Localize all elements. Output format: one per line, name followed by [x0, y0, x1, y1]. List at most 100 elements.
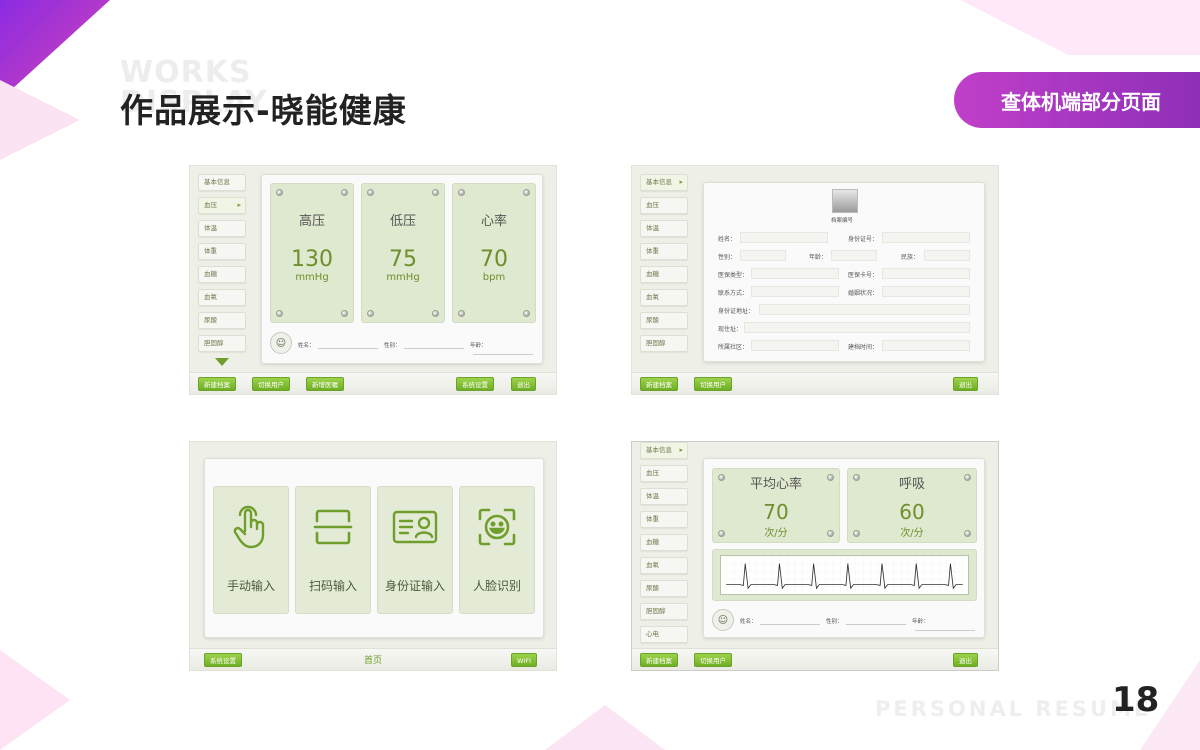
vital-unit: mmHg: [295, 272, 329, 283]
home-label: 首页: [363, 656, 382, 666]
screw-icon: [432, 310, 439, 317]
created-time-input[interactable]: [882, 340, 970, 351]
contact-label: 联系方式：: [718, 290, 749, 297]
screw-icon: [718, 530, 725, 537]
insurance-card-input[interactable]: [882, 268, 970, 279]
name-input[interactable]: [740, 232, 828, 243]
sidebar-item-blood-oxygen[interactable]: 血氧: [640, 557, 688, 574]
id-number-input[interactable]: [882, 232, 970, 243]
id-address-input[interactable]: [759, 304, 970, 315]
footer-watermark-text: PERSONAL RESUME: [875, 697, 1152, 721]
vital-card-respiration: 呼吸 60 次/分: [847, 468, 977, 543]
created-time-label: 建档时间：: [848, 344, 879, 351]
sidebar-item-basic-info[interactable]: 基本信息: [198, 174, 246, 191]
avatar: ☺: [270, 332, 292, 354]
vital-value: 70: [480, 247, 508, 272]
scan-input-card[interactable]: 扫码输入: [295, 486, 371, 614]
sidebar-item-blood-sugar[interactable]: 血糖: [198, 266, 246, 283]
corner-decoration-left: [0, 80, 80, 160]
sidebar-item-temperature[interactable]: 体温: [640, 488, 688, 505]
profile-form-panel: 档案编号 姓名： 身份证号： 性别： 年龄： 民族： 医保类型： 医保卡号： 联…: [703, 182, 985, 362]
screw-icon: [523, 310, 530, 317]
sidebar-item-blood-sugar[interactable]: 血糖: [640, 534, 688, 551]
sidebar-item-ecg[interactable]: 心电: [640, 626, 688, 643]
current-address-input[interactable]: [744, 322, 970, 333]
screw-icon: [827, 530, 834, 537]
exit-button[interactable]: 退出: [953, 377, 978, 391]
vital-unit: 次/分: [900, 528, 924, 539]
manual-input-card[interactable]: 手动输入: [213, 486, 289, 614]
gender-input[interactable]: [740, 250, 786, 261]
screen-input-methods: 手动输入 扫码输入 身份证输入 人脸识别 系统设置 首页 WIFI: [189, 441, 557, 671]
new-record-button[interactable]: 新建档案: [640, 653, 678, 667]
exit-button[interactable]: 退出: [511, 377, 536, 391]
screen-profile: 基本信息 血压 体温 体重 血糖 血氧 尿酸 胆固醇 档案编号 姓名： 身份证号…: [631, 165, 999, 395]
ethnicity-label: 民族：: [901, 254, 920, 261]
name-label: 姓名：: [718, 236, 737, 243]
sidebar-item-blood-pressure[interactable]: 血压: [640, 465, 688, 482]
system-settings-button[interactable]: 系统设置: [456, 377, 494, 391]
sidebar-item-cholesterol[interactable]: 胆固醇: [640, 603, 688, 620]
ethnicity-input[interactable]: [924, 250, 970, 261]
sidebar-item-blood-pressure[interactable]: 血压: [640, 197, 688, 214]
sidebar-item-uric-acid[interactable]: 尿酸: [198, 312, 246, 329]
age-input[interactable]: [831, 250, 877, 261]
exit-button[interactable]: 退出: [953, 653, 978, 667]
community-input[interactable]: [751, 340, 839, 351]
ecg-panel: 平均心率 70 次/分 呼吸 60 次/分 ☺ 姓名： 性别： 年龄：: [703, 458, 985, 638]
bottom-toolbar: 系统设置 首页 WIFI: [190, 648, 556, 670]
id-card-input-card[interactable]: 身份证输入: [377, 486, 453, 614]
sidebar-item-uric-acid[interactable]: 尿酸: [640, 580, 688, 597]
scroll-down-icon[interactable]: [215, 358, 229, 366]
sidebar-item-blood-pressure[interactable]: 血压: [198, 197, 246, 214]
wifi-button[interactable]: WIFI: [511, 653, 537, 667]
corner-decoration-bottom-left: [0, 650, 70, 750]
contact-input[interactable]: [751, 286, 839, 297]
sidebar-item-blood-oxygen[interactable]: 血氧: [198, 289, 246, 306]
screw-icon: [853, 530, 860, 537]
avatar: ☺: [712, 609, 734, 631]
screw-icon: [853, 474, 860, 481]
screen-vitals: 基本信息 血压 体温 体重 血糖 血氧 尿酸 胆固醇 高压 130 mmHg 低…: [189, 165, 557, 395]
switch-user-button[interactable]: 切换用户: [694, 377, 732, 391]
sidebar-item-basic-info[interactable]: 基本信息: [640, 174, 688, 191]
new-order-button[interactable]: 新增医嘱: [306, 377, 344, 391]
sidebar-item-cholesterol[interactable]: 胆固醇: [198, 335, 246, 352]
vital-value: 75: [389, 247, 417, 272]
sidebar-item-cholesterol[interactable]: 胆固醇: [640, 335, 688, 352]
sidebar-item-weight[interactable]: 体重: [640, 243, 688, 260]
screw-icon: [718, 474, 725, 481]
screw-icon: [458, 189, 465, 196]
sidebar-item-temperature[interactable]: 体温: [640, 220, 688, 237]
vitals-panel: 高压 130 mmHg 低压 75 mmHg 心率 70 bpm ☺ 姓名： 性…: [261, 174, 543, 364]
vital-label: 平均心率: [749, 477, 802, 492]
screw-icon: [523, 189, 530, 196]
section-tag: 查体机端部分页面: [954, 72, 1200, 128]
switch-user-button[interactable]: 切换用户: [694, 653, 732, 667]
sidebar-item-blood-sugar[interactable]: 血糖: [640, 266, 688, 283]
sidebar-item-temperature[interactable]: 体温: [198, 220, 246, 237]
bottom-toolbar: 新建档案 切换用户 退出: [632, 372, 998, 394]
ecg-chart-container: [712, 549, 977, 601]
patient-gender-field: 性别：: [826, 617, 906, 625]
sidebar-item-weight[interactable]: 体重: [640, 511, 688, 528]
vital-label: 高压: [298, 214, 325, 229]
switch-user-button[interactable]: 切换用户: [252, 377, 290, 391]
vital-card-avg-heart-rate: 平均心率 70 次/分: [712, 468, 840, 543]
face-recognition-card[interactable]: 人脸识别: [459, 486, 535, 614]
sidebar-item-blood-oxygen[interactable]: 血氧: [640, 289, 688, 306]
bottom-toolbar: 新建档案 切换用户 退出: [632, 648, 998, 670]
screw-icon: [341, 189, 348, 196]
insurance-type-input[interactable]: [751, 268, 839, 279]
new-record-button[interactable]: 新建档案: [198, 377, 236, 391]
input-methods-panel: 手动输入 扫码输入 身份证输入 人脸识别: [204, 458, 544, 638]
sidebar-item-weight[interactable]: 体重: [198, 243, 246, 260]
marital-status-input[interactable]: [882, 286, 970, 297]
sidebar-item-basic-info[interactable]: 基本信息: [640, 442, 688, 459]
vital-card-systolic: 高压 130 mmHg: [270, 183, 354, 323]
new-record-button[interactable]: 新建档案: [640, 377, 678, 391]
age-label: 年龄：: [809, 254, 828, 261]
method-label: 扫码输入: [308, 579, 357, 593]
sidebar-item-uric-acid[interactable]: 尿酸: [640, 312, 688, 329]
screen-ecg: 基本信息 血压 体温 体重 血糖 血氧 尿酸 胆固醇 心电 平均心率 70 次/…: [631, 441, 999, 671]
